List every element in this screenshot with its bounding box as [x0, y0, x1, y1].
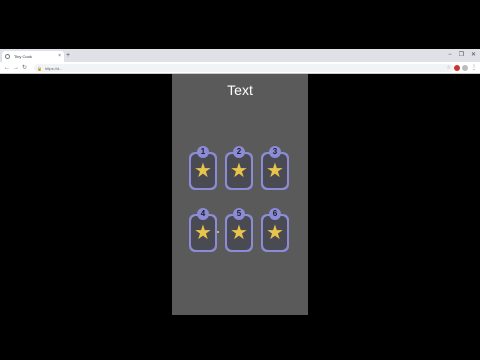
- slot-5[interactable]: ★ 5: [225, 208, 253, 252]
- minimize-button[interactable]: −: [448, 50, 452, 60]
- slot-number-badge: 1: [197, 146, 209, 158]
- slot-inner: ★: [227, 216, 251, 250]
- slot-number-badge: 3: [269, 146, 281, 158]
- slot-number: 3: [272, 147, 278, 156]
- slot-number: 6: [272, 209, 278, 218]
- favicon-icon: [5, 54, 10, 59]
- slot-6[interactable]: ★ 6: [261, 208, 289, 252]
- slot-1[interactable]: ★ 1: [189, 146, 217, 190]
- slot-inner: ★: [263, 154, 287, 188]
- game-page: Text ★ 1 ★ 2 ★ 3 ★ 4 ★ 5 ★ 6: [172, 74, 308, 315]
- star-icon: ★: [266, 222, 284, 244]
- close-tab-icon[interactable]: ×: [58, 54, 61, 59]
- slot-3[interactable]: ★ 3: [261, 146, 289, 190]
- screen: Tiny Cook × + − ❐ ✕ ← → ↻ 🔒 https://d...…: [0, 0, 480, 360]
- back-button[interactable]: ←: [4, 62, 10, 74]
- slot-inner: ★: [191, 216, 215, 250]
- window-controls: − ❐ ✕: [448, 50, 476, 60]
- bookmark-star-icon[interactable]: ☆: [447, 64, 451, 72]
- slot-inner: ★: [227, 154, 251, 188]
- slot-number-badge: 4: [197, 208, 209, 220]
- slot-number: 1: [200, 147, 206, 156]
- maximize-button[interactable]: ❐: [459, 50, 464, 60]
- slot-number: 2: [236, 147, 242, 156]
- browser-menu-icon[interactable]: ⋮: [471, 62, 477, 74]
- lock-icon: 🔒: [37, 65, 42, 71]
- tab-strip: Tiny Cook × + − ❐ ✕: [0, 49, 480, 62]
- browser-toolbar: ← → ↻ 🔒 https://d... ☆ ⋮: [0, 62, 480, 74]
- slot-number-badge: 5: [233, 208, 245, 220]
- slot-number-badge: 2: [233, 146, 245, 158]
- slot-2[interactable]: ★ 2: [225, 146, 253, 190]
- slot-inner: ★: [191, 154, 215, 188]
- profile-avatar[interactable]: [454, 65, 460, 71]
- reload-button[interactable]: ↻: [22, 62, 27, 74]
- slot-inner: ★: [263, 216, 287, 250]
- tab-title: Tiny Cook: [14, 54, 32, 59]
- mouse-cursor: [217, 231, 219, 233]
- slot-4[interactable]: ★ 4: [189, 208, 217, 252]
- star-icon: ★: [266, 160, 284, 182]
- star-icon: ★: [194, 160, 212, 182]
- star-icon: ★: [230, 222, 248, 244]
- forward-button[interactable]: →: [13, 62, 19, 74]
- slot-number: 4: [200, 209, 206, 218]
- url-text: https://d...: [44, 65, 63, 71]
- slot-number: 5: [236, 209, 242, 218]
- page-title: Text: [227, 82, 253, 98]
- star-icon: ★: [230, 160, 248, 182]
- star-icon: ★: [194, 222, 212, 244]
- new-tab-button[interactable]: +: [66, 51, 70, 60]
- browser-chrome: Tiny Cook × + − ❐ ✕ ← → ↻ 🔒 https://d...…: [0, 49, 480, 74]
- address-bar[interactable]: 🔒 https://d... ☆: [34, 64, 454, 72]
- extension-icon[interactable]: [462, 65, 468, 71]
- slot-number-badge: 6: [269, 208, 281, 220]
- close-window-button[interactable]: ✕: [471, 50, 476, 60]
- browser-tab[interactable]: Tiny Cook ×: [2, 51, 64, 62]
